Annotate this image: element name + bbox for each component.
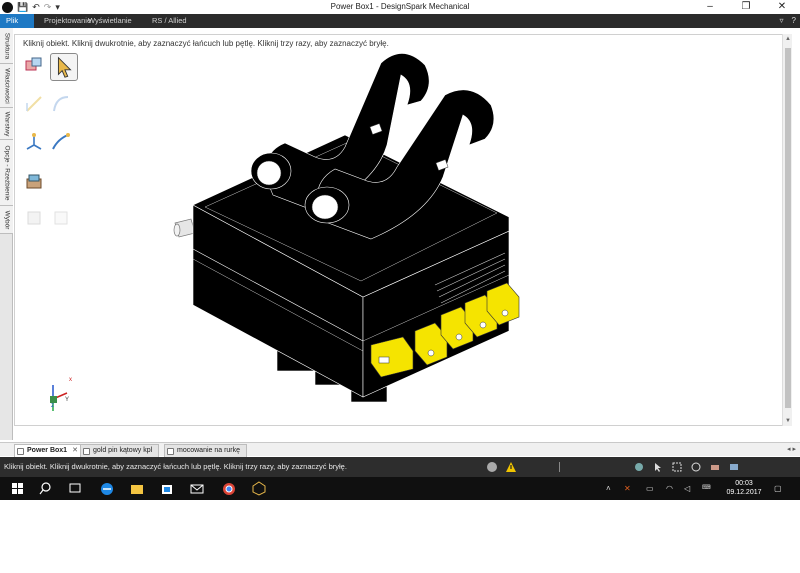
progress-divider-icon <box>559 462 560 472</box>
select-mode-icon[interactable] <box>652 461 664 473</box>
ribbon-collapse-icon[interactable]: ▿ <box>780 14 784 28</box>
task-view-icon[interactable] <box>66 480 84 497</box>
file-explorer-icon[interactable] <box>128 480 146 497</box>
tab-wyswietlanie[interactable]: Wyświetlanie <box>82 14 138 28</box>
scroll-down-icon[interactable]: ▼ <box>783 418 793 424</box>
window-title: Power Box1 - DesignSpark Mechanical <box>330 2 470 11</box>
ribbon-tab-bar: Plik Projektowanie Wyświetlanie RS / All… <box>0 14 800 28</box>
close-tab-icon[interactable]: ✕ <box>72 447 78 454</box>
status-circle-icon[interactable] <box>486 461 498 473</box>
help-icon[interactable]: ? <box>792 14 796 28</box>
view-style-icon[interactable] <box>690 461 702 473</box>
maximize-button[interactable]: ❐ <box>728 0 764 14</box>
wifi-icon[interactable]: ◠ <box>666 477 673 500</box>
side-tab-wybor[interactable]: Wybór <box>0 206 13 234</box>
tab-plik[interactable]: Plik <box>0 14 34 28</box>
document-tab-bar: Power Box1 ✕ gold pin kątowy kpl mocowani… <box>0 442 800 457</box>
axis-x-label: x <box>69 377 72 383</box>
doc-tab-nav-icon[interactable]: ◂ ▸ <box>787 443 796 456</box>
ribbon-right-controls: ▿ ? <box>780 14 796 28</box>
axis-y-label: Y <box>65 397 70 403</box>
tab-rs-allied[interactable]: RS / Allied <box>146 14 193 28</box>
display-icon[interactable] <box>728 461 740 473</box>
scrollbar-thumb[interactable] <box>785 48 791 408</box>
search-icon[interactable] <box>36 480 54 497</box>
tray-chevron-icon[interactable]: ˄ <box>606 477 611 500</box>
keyboard-icon[interactable]: ⌨ <box>702 477 711 500</box>
status-message: Kliknij obiekt. Kliknij dwukrotnie, aby … <box>4 462 347 471</box>
chrome-icon[interactable] <box>220 480 238 497</box>
doc-tab-mocowanie[interactable]: mocowanie na rurkę <box>164 444 248 457</box>
tray-app-icon[interactable]: ✕ <box>624 477 631 500</box>
document-icon <box>83 448 90 455</box>
side-panel-tabs: Struktura Właściwości Warstwy Opcje - Rz… <box>0 28 13 440</box>
side-tab-warstwy[interactable]: Warstwy <box>0 108 13 140</box>
status-icons <box>486 461 740 473</box>
designspark-window: 💾 ↶ ↷ ▾ Power Box1 - DesignSpark Mechani… <box>0 0 800 500</box>
designspark-icon[interactable] <box>250 480 268 497</box>
close-button[interactable]: ✕ <box>764 0 800 14</box>
render-icon[interactable] <box>709 461 721 473</box>
warning-icon[interactable] <box>505 461 517 473</box>
axis-z-label: z <box>51 403 54 409</box>
side-tab-opcje-rzezbienie[interactable]: Opcje - Rzeźbienie <box>0 140 13 206</box>
clock-time: 00:03 <box>735 480 753 487</box>
side-tab-wlasciwosci[interactable]: Właściwości <box>0 64 13 108</box>
action-center-icon[interactable]: ▢ <box>774 477 782 500</box>
start-icon[interactable] <box>8 480 26 497</box>
store-icon[interactable] <box>158 480 176 497</box>
doc-tab-power-box1[interactable]: Power Box1 ✕ <box>14 444 85 457</box>
minimize-button[interactable]: – <box>692 0 728 14</box>
scroll-up-icon[interactable]: ▲ <box>783 36 793 42</box>
document-icon <box>167 448 174 455</box>
doc-tab-gold-pin[interactable]: gold pin kątowy kpl <box>80 444 160 457</box>
title-bar: 💾 ↶ ↷ ▾ Power Box1 - DesignSpark Mechani… <box>0 0 800 14</box>
viewport-scrollbar[interactable]: ▲ ▼ <box>782 34 792 426</box>
power-box-model[interactable] <box>15 35 785 427</box>
status-bar: Kliknij obiekt. Kliknij dwukrotnie, aby … <box>0 457 800 477</box>
taskbar-clock[interactable]: 00:03 09.12.2017 <box>718 479 770 497</box>
windows-taskbar: ˄ ✕ ▭ ◠ ◁ ⌨ 00:03 09.12.2017 ▢ <box>0 477 800 500</box>
window-controls: – ❐ ✕ <box>692 0 800 14</box>
mail-icon[interactable] <box>188 480 206 497</box>
snap-icon[interactable] <box>633 461 645 473</box>
clock-date: 09.12.2017 <box>726 489 762 496</box>
side-tab-struktura[interactable]: Struktura <box>0 28 13 64</box>
battery-icon[interactable]: ▭ <box>646 477 654 500</box>
design-viewport[interactable]: Kliknij obiekt. Kliknij dwukrotnie, aby … <box>14 34 784 426</box>
box-select-icon[interactable] <box>671 461 683 473</box>
volume-icon[interactable]: ◁ <box>684 477 690 500</box>
document-icon <box>17 448 24 455</box>
edge-icon[interactable] <box>98 480 116 497</box>
